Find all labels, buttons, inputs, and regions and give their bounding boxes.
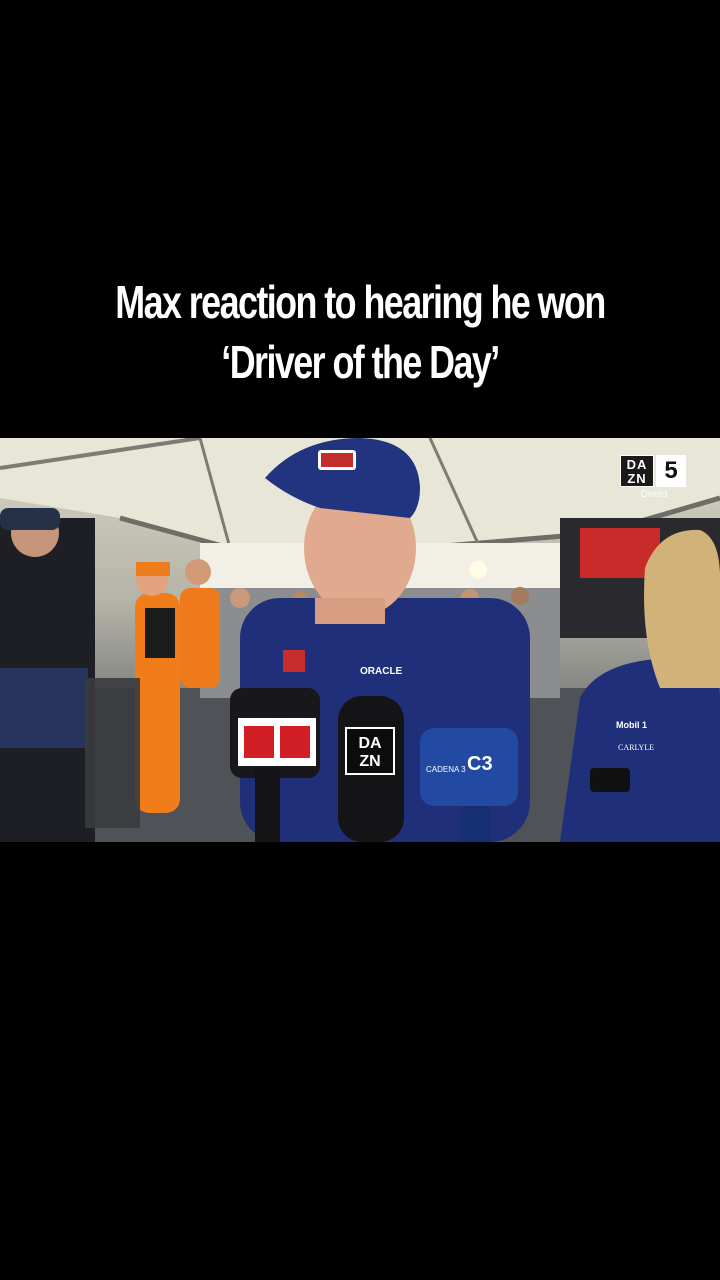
interview-scene: ORACLE Mobil 1 CARLYLE DA ZN C3 CADENA 3 [0, 438, 720, 842]
tag-badge [283, 650, 305, 672]
channel-number: 5 [656, 455, 686, 487]
dazn-logo-bottom: ZN [627, 471, 647, 486]
caption-line-1: Max reaction to hearing he won [115, 276, 606, 328]
shirt-oracle: ORACLE [360, 666, 403, 677]
dazn-logo: DA ZN [620, 455, 654, 487]
dazn-watermark: DA ZN 5 Direto [620, 455, 688, 501]
live-status: Direto [640, 489, 668, 500]
mic-c3: C3 [467, 753, 493, 775]
dazn-logo-top: DA [626, 457, 648, 472]
shirt-mobil: Mobil 1 [616, 720, 647, 730]
barrier [85, 678, 140, 828]
mic-dazn-bottom: ZN [359, 753, 380, 770]
phone [590, 768, 630, 792]
caption: Max reaction to hearing he won ‘Driver o… [0, 272, 720, 392]
mic-dazn-top: DA [358, 735, 382, 752]
mic-cadena: CADENA 3 [426, 765, 466, 774]
caption-line-2: ‘Driver of the Day’ [221, 336, 500, 388]
video-frame[interactable]: ORACLE Mobil 1 CARLYLE DA ZN C3 CADENA 3… [0, 438, 720, 842]
ceiling-light [469, 561, 487, 579]
shirt-carlyle: CARLYLE [618, 743, 654, 752]
